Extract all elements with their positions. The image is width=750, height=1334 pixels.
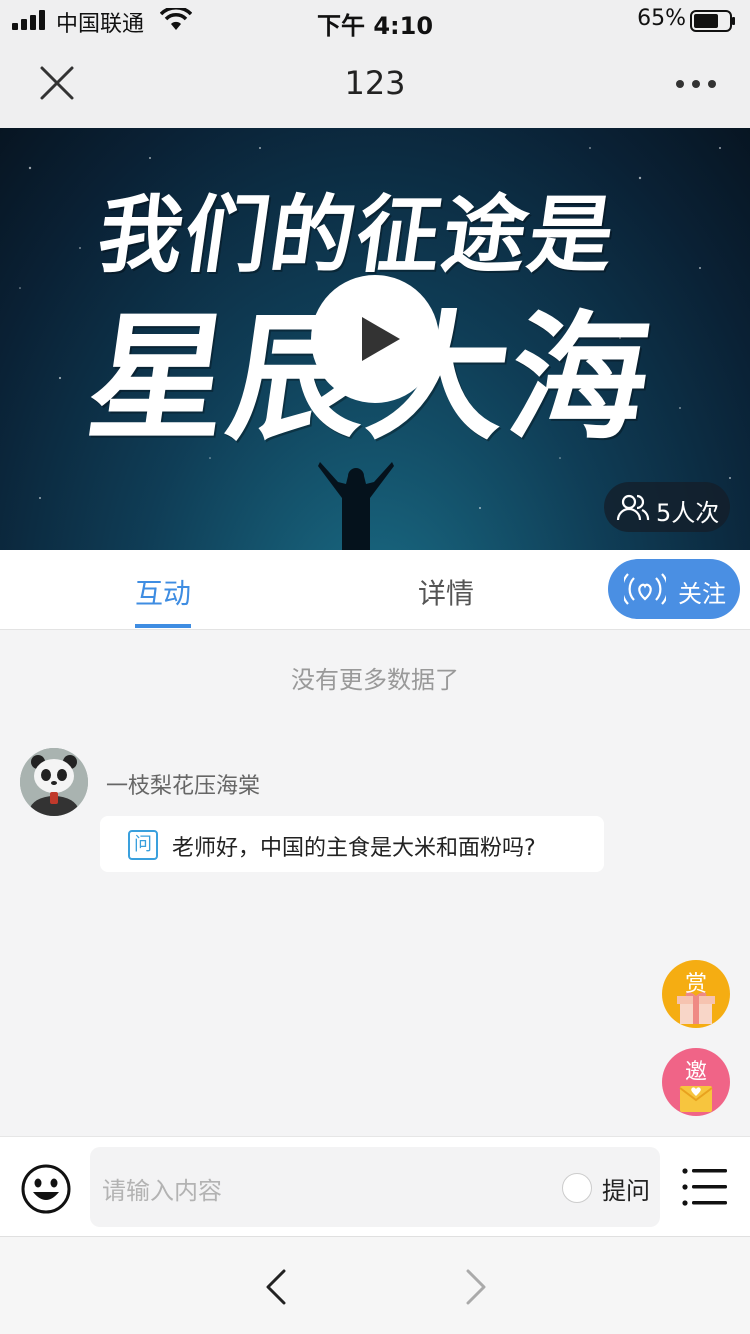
video-player[interactable]: 我们的征途是 星辰大海 5人次	[0, 128, 750, 550]
battery-icon	[690, 10, 735, 32]
tab-interaction[interactable]: 互动	[135, 572, 192, 628]
ask-question-label: 提问	[602, 1177, 650, 1205]
tab-details-label: 详情	[418, 577, 475, 610]
tab-bar: 互动 详情 关注	[0, 550, 750, 630]
reward-button[interactable]: 赏	[662, 960, 730, 1028]
question-badge-icon: 问	[128, 830, 158, 860]
active-tab-indicator	[135, 624, 192, 628]
viewer-count-badge: 5人次	[604, 482, 730, 532]
person-silhouette	[318, 462, 394, 550]
menu-list-icon[interactable]	[682, 1167, 728, 1207]
play-button[interactable]	[311, 275, 439, 403]
browser-nav-bar	[0, 1236, 750, 1334]
broadcast-icon	[624, 573, 666, 605]
back-arrow-icon[interactable]	[262, 1267, 290, 1307]
tab-interaction-label: 互动	[135, 577, 192, 610]
comment-input-placeholder: 请输入内容	[102, 1177, 222, 1205]
ask-question-toggle[interactable]	[562, 1173, 592, 1203]
forward-arrow-icon[interactable]	[462, 1267, 490, 1307]
comment-input[interactable]: 请输入内容 提问	[90, 1147, 660, 1227]
nav-bar: 123	[0, 40, 750, 128]
message-username: 一枝梨花压海棠	[106, 774, 261, 799]
follow-label: 关注	[678, 580, 726, 608]
status-bar: 中国联通 下午 4:10 65%	[0, 0, 750, 40]
play-icon	[362, 317, 400, 361]
avatar[interactable]	[20, 748, 88, 816]
page-title: 123	[344, 64, 406, 102]
message-text: 老师好，中国的主食是大米和面粉吗?	[172, 836, 536, 861]
invite-label: 邀	[684, 1060, 707, 1085]
battery-percent: 65%	[637, 6, 686, 31]
tab-details[interactable]: 详情	[418, 572, 474, 612]
people-icon	[616, 494, 650, 521]
reward-label: 赏	[684, 972, 707, 997]
invite-button[interactable]: 邀	[662, 1048, 730, 1116]
no-more-data-notice: 没有更多数据了	[291, 666, 459, 694]
more-icon[interactable]	[674, 68, 718, 100]
emoji-icon[interactable]	[20, 1163, 72, 1215]
comment-input-bar: 请输入内容 提问	[0, 1136, 750, 1236]
follow-button[interactable]: 关注	[608, 559, 740, 619]
panda-avatar-image	[20, 748, 88, 816]
viewer-count: 5人次	[656, 499, 720, 527]
message-bubble: 问 老师好，中国的主食是大米和面粉吗?	[100, 816, 604, 872]
